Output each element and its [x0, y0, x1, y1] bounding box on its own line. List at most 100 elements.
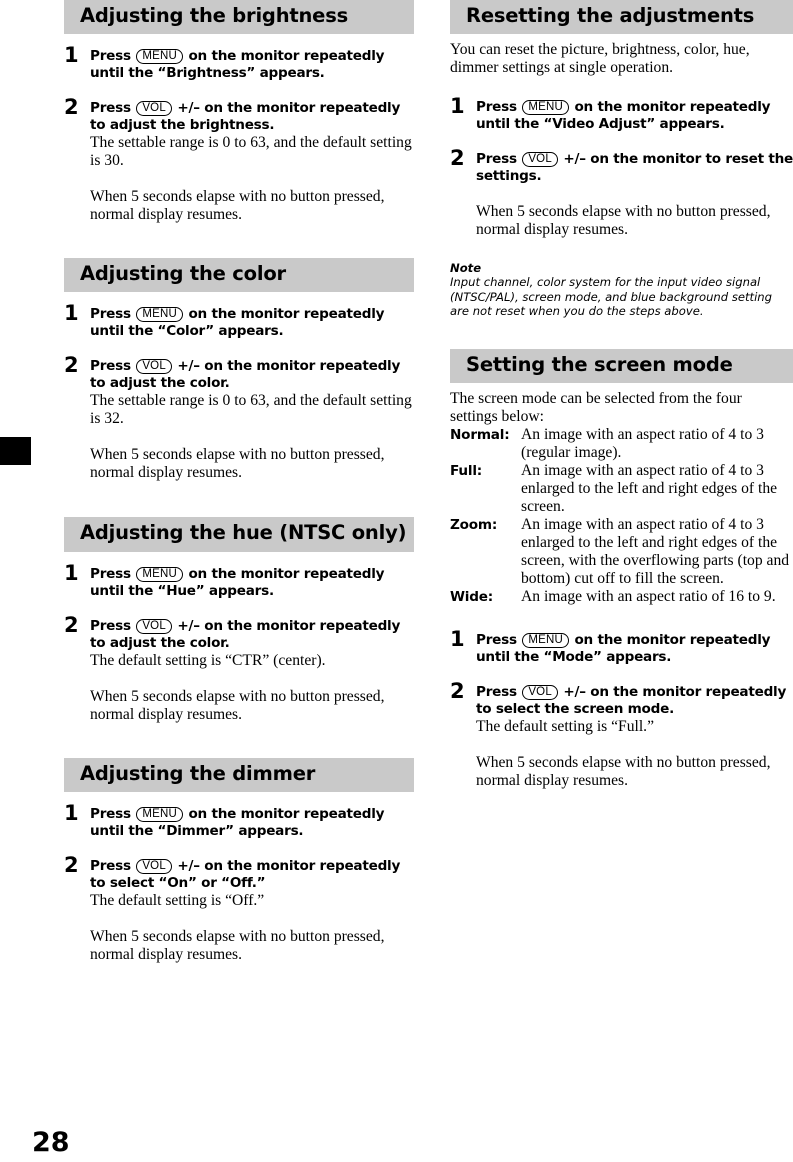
- screen-mode-row: Wide: An image with an aspect ratio of 1…: [450, 588, 793, 606]
- step-detail: The default setting is “CTR” (center).: [90, 652, 326, 669]
- menu-key-icon[interactable]: MENU: [136, 49, 183, 64]
- menu-key-icon[interactable]: MENU: [136, 567, 183, 582]
- section-intro-text: You can reset the picture, brightness, c…: [450, 41, 750, 76]
- screen-mode-row: Full: An image with an aspect ratio of 4…: [450, 462, 793, 516]
- step-lead-pre: Press: [90, 306, 131, 322]
- section-resetting-adjustments: Resetting the adjustments You can reset …: [450, 0, 793, 319]
- step-item: 2 Press VOL +/– on the monitor repeatedl…: [64, 97, 414, 224]
- menu-key-icon[interactable]: MENU: [136, 807, 183, 822]
- step-lead-pre: Press: [476, 683, 517, 700]
- step-number: 1: [64, 801, 79, 825]
- step-number: 1: [450, 626, 465, 651]
- step-number: 1: [64, 43, 79, 67]
- step-lead-pre: Press: [90, 566, 131, 582]
- screen-mode-row: Zoom: An image with an aspect ratio of 4…: [450, 516, 793, 588]
- step-instruction: Press MENU on the monitor repeatedly unt…: [90, 306, 414, 340]
- step-timeout-note: When 5 seconds elapse with no button pre…: [90, 188, 385, 223]
- step-number: 1: [450, 94, 465, 118]
- step-detail: The default setting is “Off.”: [90, 892, 265, 909]
- step-item: 1 Press MENU on the monitor repeatedly u…: [64, 43, 414, 82]
- step-instruction: Press VOL +/– on the monitor repeatedly …: [476, 684, 793, 718]
- screen-mode-description: An image with an aspect ratio of 4 to 3 …: [521, 425, 764, 461]
- step-detail: The settable range is 0 to 63, and the d…: [90, 134, 412, 169]
- step-lead-pre: Press: [90, 358, 131, 374]
- section-adjusting-brightness: Adjusting the brightness 1 Press MENU on…: [64, 0, 414, 224]
- step-instruction: Press VOL +/– on the monitor repeatedly …: [90, 618, 414, 652]
- step-number: 1: [64, 301, 79, 325]
- vol-key-icon[interactable]: VOL: [136, 101, 172, 116]
- step-instruction: Press MENU on the monitor repeatedly unt…: [90, 806, 414, 840]
- step-number: 1: [64, 561, 79, 585]
- step-number: 2: [450, 678, 465, 703]
- left-column: Adjusting the brightness 1 Press MENU on…: [64, 0, 414, 964]
- chapter-edge-tab-marker: [0, 437, 31, 465]
- vol-key-icon[interactable]: VOL: [136, 619, 172, 634]
- section-heading: Resetting the adjustments: [450, 0, 793, 34]
- step-lead-pre: Press: [90, 806, 131, 822]
- section-heading: Adjusting the hue (NTSC only): [64, 517, 414, 552]
- menu-key-icon[interactable]: MENU: [522, 632, 569, 648]
- step-lead-pre: Press: [476, 151, 517, 167]
- step-instruction: Press VOL +/– on the monitor repeatedly …: [90, 858, 414, 892]
- step-instruction: Press VOL +/– on the monitor to reset th…: [476, 151, 793, 185]
- step-timeout-note: When 5 seconds elapse with no button pre…: [90, 928, 385, 963]
- step-timeout-note: When 5 seconds elapse with no button pre…: [90, 688, 385, 723]
- note-block: Note Input channel, color system for the…: [450, 261, 793, 319]
- step-number: 2: [64, 353, 79, 377]
- step-detail: The default setting is “Full.”: [476, 717, 654, 735]
- section-adjusting-dimmer: Adjusting the dimmer 1 Press MENU on the…: [64, 758, 414, 964]
- screen-mode-term: Normal:: [450, 426, 510, 443]
- step-instruction: Press MENU on the monitor repeatedly unt…: [476, 632, 793, 666]
- step-lead-pre: Press: [90, 858, 131, 874]
- step-lead-post: on the monitor repeatedly until the “Mod…: [476, 631, 771, 665]
- step-instruction: Press MENU on the monitor repeatedly unt…: [90, 48, 414, 82]
- step-lead-post: on the monitor repeatedly until the “Col…: [90, 306, 385, 339]
- screen-mode-definition-list: Normal: An image with an aspect ratio of…: [450, 426, 793, 606]
- vol-key-icon[interactable]: VOL: [136, 359, 172, 374]
- step-lead-post: on the monitor repeatedly until the “Bri…: [90, 48, 385, 81]
- step-timeout-note: When 5 seconds elapse with no button pre…: [90, 446, 385, 481]
- step-number: 2: [64, 853, 79, 877]
- step-item: 2 Press VOL +/– on the monitor repeatedl…: [64, 353, 414, 482]
- manual-page: Adjusting the brightness 1 Press MENU on…: [0, 0, 793, 1162]
- vol-key-icon[interactable]: VOL: [522, 152, 558, 167]
- vol-key-icon[interactable]: VOL: [522, 684, 558, 700]
- step-item: 2 Press VOL +/– on the monitor repeatedl…: [64, 853, 414, 964]
- step-lead-post: on the monitor repeatedly until the “Vid…: [476, 99, 771, 132]
- note-title: Note: [450, 261, 482, 275]
- step-detail: The settable range is 0 to 63, and the d…: [90, 392, 412, 427]
- step-lead-post: on the monitor repeatedly until the “Hue…: [90, 566, 385, 599]
- step-lead-pre: Press: [476, 99, 517, 115]
- step-lead-post: on the monitor repeatedly until the “Dim…: [90, 806, 385, 839]
- screen-mode-term: Zoom:: [450, 516, 498, 533]
- step-timeout-note: When 5 seconds elapse with no button pre…: [476, 753, 771, 789]
- step-item: 1 Press MENU on the monitor repeatedly u…: [450, 626, 793, 666]
- section-heading: Adjusting the dimmer: [64, 758, 414, 792]
- step-item: 2 Press VOL +/– on the monitor to reset …: [450, 148, 793, 239]
- menu-key-icon[interactable]: MENU: [136, 307, 183, 322]
- step-lead-pre: Press: [90, 100, 131, 116]
- section-adjusting-hue: Adjusting the hue (NTSC only) 1 Press ME…: [64, 517, 414, 724]
- step-instruction: Press MENU on the monitor repeatedly unt…: [476, 99, 793, 133]
- section-adjusting-color: Adjusting the color 1 Press MENU on the …: [64, 258, 414, 482]
- step-instruction: Press VOL +/– on the monitor repeatedly …: [90, 100, 414, 134]
- menu-key-icon[interactable]: MENU: [522, 100, 569, 115]
- step-item: 2 Press VOL +/– on the monitor repeatedl…: [64, 613, 414, 724]
- section-intro-text: The screen mode can be selected from the…: [450, 389, 742, 425]
- step-instruction: Press MENU on the monitor repeatedly unt…: [90, 566, 414, 600]
- step-lead-pre: Press: [476, 631, 517, 648]
- step-number: 2: [64, 613, 79, 637]
- right-column: Resetting the adjustments You can reset …: [450, 0, 793, 790]
- section-heading: Adjusting the color: [64, 258, 414, 292]
- step-item: 1 Press MENU on the monitor repeatedly u…: [64, 561, 414, 600]
- section-heading: Setting the screen mode: [450, 348, 793, 383]
- section-heading: Adjusting the brightness: [64, 0, 414, 34]
- screen-mode-description: An image with an aspect ratio of 4 to 3 …: [521, 515, 790, 587]
- step-item: 1 Press MENU on the monitor repeatedly u…: [450, 94, 793, 133]
- step-item: 1 Press MENU on the monitor repeatedly u…: [64, 801, 414, 840]
- step-lead-pre: Press: [90, 48, 131, 64]
- vol-key-icon[interactable]: VOL: [136, 859, 172, 874]
- page-number: 28: [32, 1127, 70, 1158]
- screen-mode-row: Normal: An image with an aspect ratio of…: [450, 426, 793, 462]
- step-instruction: Press VOL +/– on the monitor repeatedly …: [90, 358, 414, 392]
